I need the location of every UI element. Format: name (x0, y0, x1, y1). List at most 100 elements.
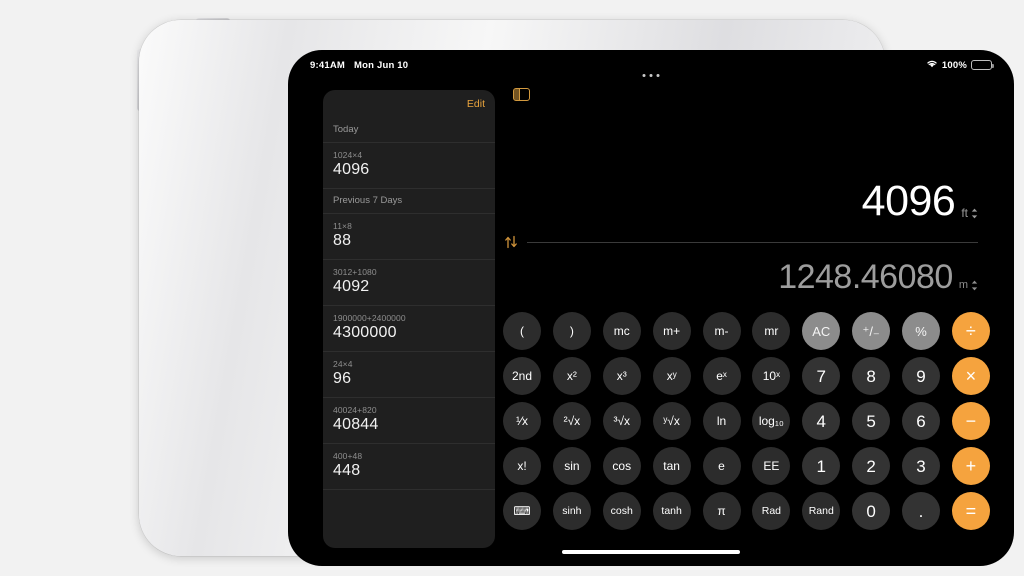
key-equals[interactable]: = (951, 492, 990, 530)
key-sign-toggle[interactable]: ⁺/₋ (852, 312, 891, 350)
key-reciprocal[interactable]: ¹⁄x (503, 402, 541, 440)
key-decimal-point[interactable]: . (902, 492, 940, 530)
history-expression: 1024×4 (333, 150, 363, 160)
swap-vertical-icon[interactable] (503, 234, 519, 250)
key-4[interactable]: 4 (802, 402, 841, 440)
primary-display-row: 4096 ft (495, 180, 978, 223)
chevron-up-down-icon (971, 280, 978, 291)
history-result: 88 (333, 232, 352, 249)
keypad-row: ¹⁄x ²√x ³√x ʸ√x ln log₁₀ 4 5 6− (503, 402, 990, 440)
key-memory-plus[interactable]: m+ (652, 312, 691, 350)
key-hyperbolic-sine[interactable]: sinh (552, 492, 591, 530)
key-0[interactable]: 0 (852, 492, 891, 530)
key-cube-root[interactable]: ³√x (602, 402, 641, 440)
sidebar-toggle-icon[interactable] (513, 88, 530, 101)
key-7[interactable]: 7 (802, 357, 841, 395)
key-tangent[interactable]: tan (652, 447, 691, 485)
key-2[interactable]: 2 (852, 447, 891, 485)
key-nth-root[interactable]: ʸ√x (652, 402, 691, 440)
calculator-pane: 4096 ft 1248.46080 m () mc m+ m- mr AC … (495, 80, 1014, 566)
key-hyperbolic-cosine[interactable]: cosh (602, 492, 641, 530)
key-hyperbolic-tangent[interactable]: tanh (652, 492, 691, 530)
key-square-root[interactable]: ²√x (552, 402, 591, 440)
history-list-item[interactable]: 400+48 448 (323, 444, 495, 490)
multitasking-controls-button[interactable] (642, 74, 660, 77)
key-memory-minus[interactable]: m- (702, 312, 741, 350)
secondary-display-row: 1248.46080 m (495, 260, 978, 294)
key-x-squared[interactable]: x² (552, 357, 591, 395)
key-x-cubed[interactable]: x³ (602, 357, 641, 395)
history-expression: 1900000+2400000 (333, 313, 406, 323)
home-indicator[interactable] (562, 550, 740, 554)
secondary-value: 1248.46080 (778, 258, 953, 296)
sidebar-toggle-fill (514, 89, 520, 100)
key-add[interactable]: + (951, 447, 990, 485)
history-list-item[interactable]: 11×8 88 (323, 214, 495, 260)
key-second-function[interactable]: 2nd (503, 357, 541, 395)
status-bar-right: 100% (926, 59, 994, 71)
key-all-clear[interactable]: AC (802, 312, 841, 350)
conversion-display: 4096 ft 1248.46080 m (495, 180, 978, 294)
history-expression: 3012+1080 (333, 267, 377, 277)
primary-unit-label: ft (961, 206, 968, 220)
key-random[interactable]: Rand (802, 492, 841, 530)
keypad-row: 2nd x² x³ xʸ eˣ 10ˣ 7 8 9 × (503, 357, 990, 395)
history-list-item[interactable]: 24×4 96 (323, 352, 495, 398)
sidebar-header: Edit (323, 90, 495, 118)
secondary-unit-selector[interactable]: m (959, 279, 978, 294)
history-result: 4092 (333, 278, 370, 295)
key-1[interactable]: 1 (802, 447, 841, 485)
key-radians[interactable]: Rad (752, 492, 791, 530)
key-natural-log[interactable]: ln (702, 402, 741, 440)
history-list-item[interactable]: 40024+820 40844 (323, 398, 495, 444)
key-ten-power-x[interactable]: 10ˣ (752, 357, 791, 395)
key-5[interactable]: 5 (852, 402, 891, 440)
battery-percent-label: 100% (941, 59, 967, 71)
history-result: 4096 (333, 161, 370, 178)
key-memory-clear[interactable]: mc (602, 312, 641, 350)
history-result: 40844 (333, 416, 379, 433)
edit-button[interactable]: Edit (467, 98, 485, 110)
primary-unit-selector[interactable]: ft (961, 206, 978, 223)
key-exponent-entry[interactable]: EE (752, 447, 791, 485)
history-list-item[interactable]: 1024×4 4096 (323, 143, 495, 189)
status-time: 9:41AM (310, 59, 345, 71)
key-cosine[interactable]: cos (602, 447, 641, 485)
key-e-power-x[interactable]: eˣ (702, 357, 741, 395)
key-close-paren[interactable]: ) (552, 312, 591, 350)
history-list-item[interactable]: 1900000+2400000 4300000 (323, 306, 495, 352)
key-sine[interactable]: sin (552, 447, 591, 485)
history-result: 4300000 (333, 324, 397, 341)
wifi-icon (926, 59, 938, 71)
key-factorial[interactable]: x! (503, 447, 541, 485)
chevron-up-down-icon (971, 208, 978, 219)
key-subtract[interactable]: − (951, 402, 990, 440)
keypad-row: ⌨ sinh cosh tanh π Rad Rand 0. = (503, 492, 990, 530)
dot-3 (656, 74, 660, 77)
key-3[interactable]: 3 (902, 447, 940, 485)
key-divide[interactable]: ÷ (951, 312, 990, 350)
key-multiply[interactable]: × (951, 357, 990, 395)
history-expression: 24×4 (333, 359, 353, 369)
key-pi[interactable]: π (702, 492, 741, 530)
history-list-item[interactable]: 3012+1080 4092 (323, 260, 495, 306)
history-expression: 40024+820 (333, 405, 377, 415)
key-6[interactable]: 6 (902, 402, 940, 440)
history-result: 96 (333, 370, 352, 387)
keypad-row: x! sin cos tan e EE 1 2 3 + (503, 447, 990, 485)
key-memory-recall[interactable]: mr (752, 312, 791, 350)
keypad-row: () mc m+ m-mr AC ⁺/₋% ÷ (503, 312, 990, 350)
key-mode-calculator-icon[interactable]: ⌨ (503, 492, 541, 530)
key-x-power-y[interactable]: xʸ (652, 357, 691, 395)
key-percent[interactable]: % (902, 312, 940, 350)
tablet-screen: 9:41AM Mon Jun 10 100% Edit Today 1024×4… (288, 50, 1014, 566)
key-log-base-10[interactable]: log₁₀ (752, 402, 791, 440)
history-section-header: Today (323, 118, 495, 143)
key-open-paren[interactable]: ( (503, 312, 541, 350)
primary-value: 4096 (861, 177, 956, 225)
key-8[interactable]: 8 (852, 357, 891, 395)
history-section-header: Previous 7 Days (323, 189, 495, 214)
key-9[interactable]: 9 (902, 357, 940, 395)
key-euler-number[interactable]: e (702, 447, 741, 485)
status-bar-left: 9:41AM Mon Jun 10 (310, 60, 408, 71)
